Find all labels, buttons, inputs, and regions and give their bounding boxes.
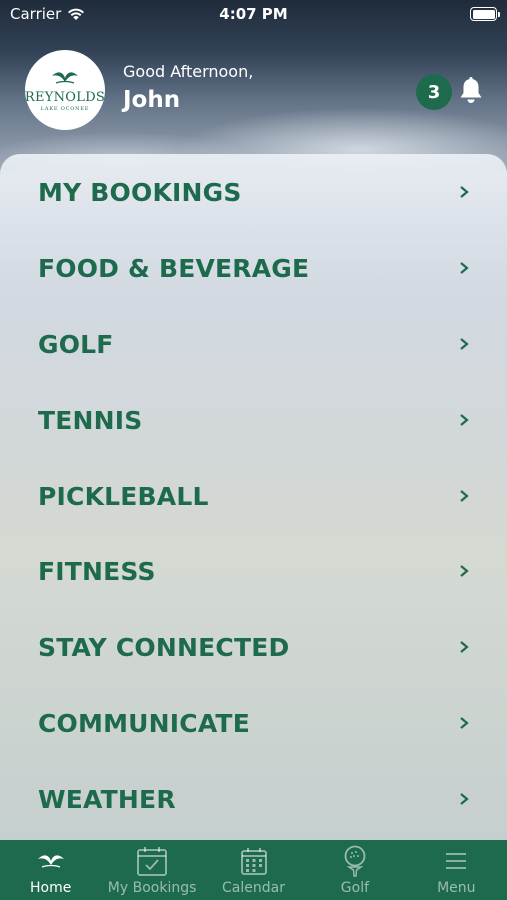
chevron-right-icon <box>460 186 469 198</box>
home-logo-icon <box>34 844 68 878</box>
chevron-right-icon <box>460 490 469 502</box>
notification-count-badge[interactable]: 3 <box>416 74 452 110</box>
chevron-right-icon <box>460 565 469 577</box>
chevron-right-icon <box>460 793 469 805</box>
chevron-right-icon <box>460 717 469 729</box>
chevron-right-icon <box>460 641 469 653</box>
tab-golf[interactable]: Golf <box>304 840 405 900</box>
tab-menu[interactable]: Menu <box>406 840 507 900</box>
status-bar: Carrier 4:07 PM <box>0 0 507 30</box>
bottom-tab-bar: Home My Bookings Calendar Golf Menu <box>0 840 507 900</box>
tab-label: My Bookings <box>107 880 197 896</box>
main-menu: MY BOOKINGS FOOD & BEVERAGE GOLF TENNIS … <box>0 154 507 854</box>
menu-item-weather[interactable]: WEATHER <box>0 761 507 837</box>
tab-label: Golf <box>340 880 370 896</box>
menu-item-label: WEATHER <box>38 784 176 814</box>
calendar-grid-icon <box>237 844 271 878</box>
menu-item-label: PICKLEBALL <box>38 481 209 511</box>
battery-icon <box>470 7 500 21</box>
chevron-right-icon <box>460 338 469 350</box>
tab-label: Home <box>30 880 72 896</box>
tab-calendar[interactable]: Calendar <box>203 840 304 900</box>
menu-item-label: STAY CONNECTED <box>38 632 290 662</box>
hamburger-menu-icon <box>439 844 473 878</box>
header: REYNOLDS LAKE OCONEE Good Afternoon, Joh… <box>0 48 507 132</box>
menu-item-fitness[interactable]: FITNESS <box>0 533 507 609</box>
menu-item-pickleball[interactable]: PICKLEBALL <box>0 458 507 534</box>
tab-label: Calendar <box>222 880 285 896</box>
logo-wordmark: REYNOLDS <box>24 90 106 105</box>
menu-item-golf[interactable]: GOLF <box>0 306 507 382</box>
clock: 4:07 PM <box>219 5 288 23</box>
bird-logo-icon <box>52 72 78 84</box>
menu-item-label: GOLF <box>38 329 114 359</box>
golf-ball-tee-icon <box>338 844 372 878</box>
greeting-block: Good Afternoon, John <box>123 62 253 113</box>
chevron-right-icon <box>460 414 469 426</box>
menu-item-my-bookings[interactable]: MY BOOKINGS <box>0 154 507 230</box>
tab-label: Menu <box>437 880 476 896</box>
bell-icon[interactable] <box>457 76 485 106</box>
tab-home[interactable]: Home <box>0 840 101 900</box>
menu-item-tennis[interactable]: TENNIS <box>0 382 507 458</box>
tab-my-bookings[interactable]: My Bookings <box>101 840 202 900</box>
menu-item-label: COMMUNICATE <box>38 708 250 738</box>
menu-item-stay-connected[interactable]: STAY CONNECTED <box>0 609 507 685</box>
greeting-text: Good Afternoon, <box>123 62 254 81</box>
menu-item-label: MY BOOKINGS <box>38 177 242 207</box>
chevron-right-icon <box>460 262 469 274</box>
menu-item-communicate[interactable]: COMMUNICATE <box>0 685 507 761</box>
menu-item-food-beverage[interactable]: FOOD & BEVERAGE <box>0 230 507 306</box>
menu-item-label: FITNESS <box>38 556 156 586</box>
club-logo: REYNOLDS LAKE OCONEE <box>25 50 105 130</box>
menu-item-label: FOOD & BEVERAGE <box>38 253 310 283</box>
calendar-check-icon <box>135 844 169 878</box>
logo-subtitle: LAKE OCONEE <box>40 106 90 112</box>
user-name: John <box>123 87 181 113</box>
menu-item-label: TENNIS <box>38 405 143 435</box>
